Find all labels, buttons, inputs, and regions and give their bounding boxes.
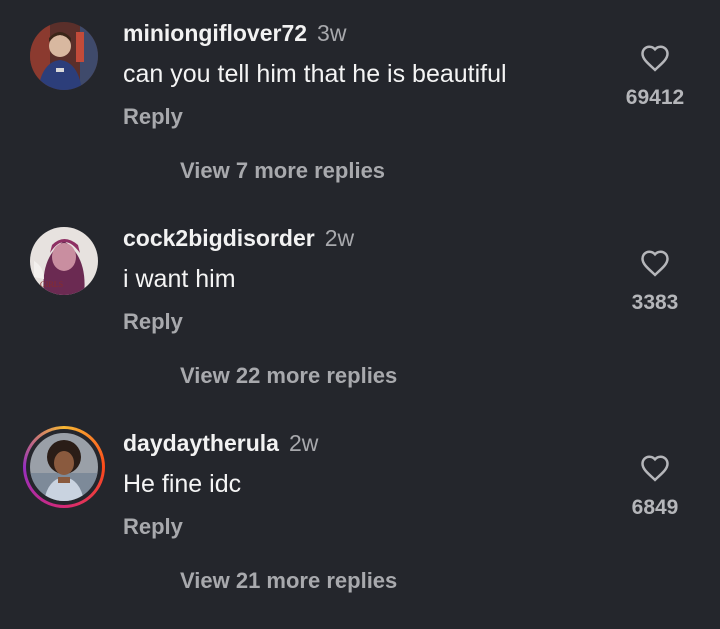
- comment-username-row[interactable]: cock2bigdisorder 2w: [123, 225, 354, 252]
- like-block: 6849: [610, 454, 700, 520]
- like-count: 6849: [631, 496, 679, 519]
- view-more-replies-button[interactable]: View 7 more replies: [180, 158, 385, 184]
- comment-text: He fine idc: [123, 470, 242, 498]
- comment-time: 2w: [324, 225, 355, 251]
- reply-button[interactable]: Reply: [123, 104, 183, 130]
- heart-icon[interactable]: [640, 44, 670, 72]
- comment-item: GIRLS cock2bigdisorder 2w i want him Repl…: [0, 205, 720, 410]
- like-count: 69412: [625, 86, 685, 109]
- like-count: 3383: [631, 291, 679, 314]
- reply-button[interactable]: Reply: [123, 309, 183, 335]
- comment-username-row[interactable]: daydaytherula 2w: [123, 430, 318, 457]
- comment-time: 2w: [288, 430, 319, 456]
- avatar[interactable]: GIRLS: [30, 227, 98, 295]
- heart-icon[interactable]: [640, 249, 670, 277]
- avatar-photo-icon: [30, 22, 98, 90]
- heart-icon[interactable]: [640, 454, 670, 482]
- like-block: 69412: [610, 44, 700, 110]
- comment-time: 3w: [317, 20, 347, 46]
- comment-item: daydaytherula 2w He fine idc Reply View 2…: [0, 410, 720, 615]
- avatar-photo-icon: [30, 433, 98, 501]
- svg-text:GIRLS: GIRLS: [40, 280, 63, 289]
- comment-username-row[interactable]: miniongiflover72 3w: [123, 20, 346, 47]
- story-ring[interactable]: [23, 426, 105, 508]
- comment-text: can you tell him that he is beautiful: [123, 60, 507, 88]
- comment-text: i want him: [123, 265, 236, 293]
- view-more-replies-button[interactable]: View 22 more replies: [180, 363, 397, 389]
- username[interactable]: cock2bigdisorder: [123, 225, 315, 251]
- username[interactable]: miniongiflover72: [123, 20, 307, 46]
- like-block: 3383: [610, 249, 700, 315]
- comment-item: miniongiflover72 3w can you tell him that…: [0, 0, 720, 205]
- view-more-replies-button[interactable]: View 21 more replies: [180, 568, 397, 594]
- reply-button[interactable]: Reply: [123, 514, 183, 540]
- avatar-photo-icon: GIRLS: [30, 227, 98, 295]
- avatar[interactable]: [30, 22, 98, 90]
- username[interactable]: daydaytherula: [123, 430, 279, 456]
